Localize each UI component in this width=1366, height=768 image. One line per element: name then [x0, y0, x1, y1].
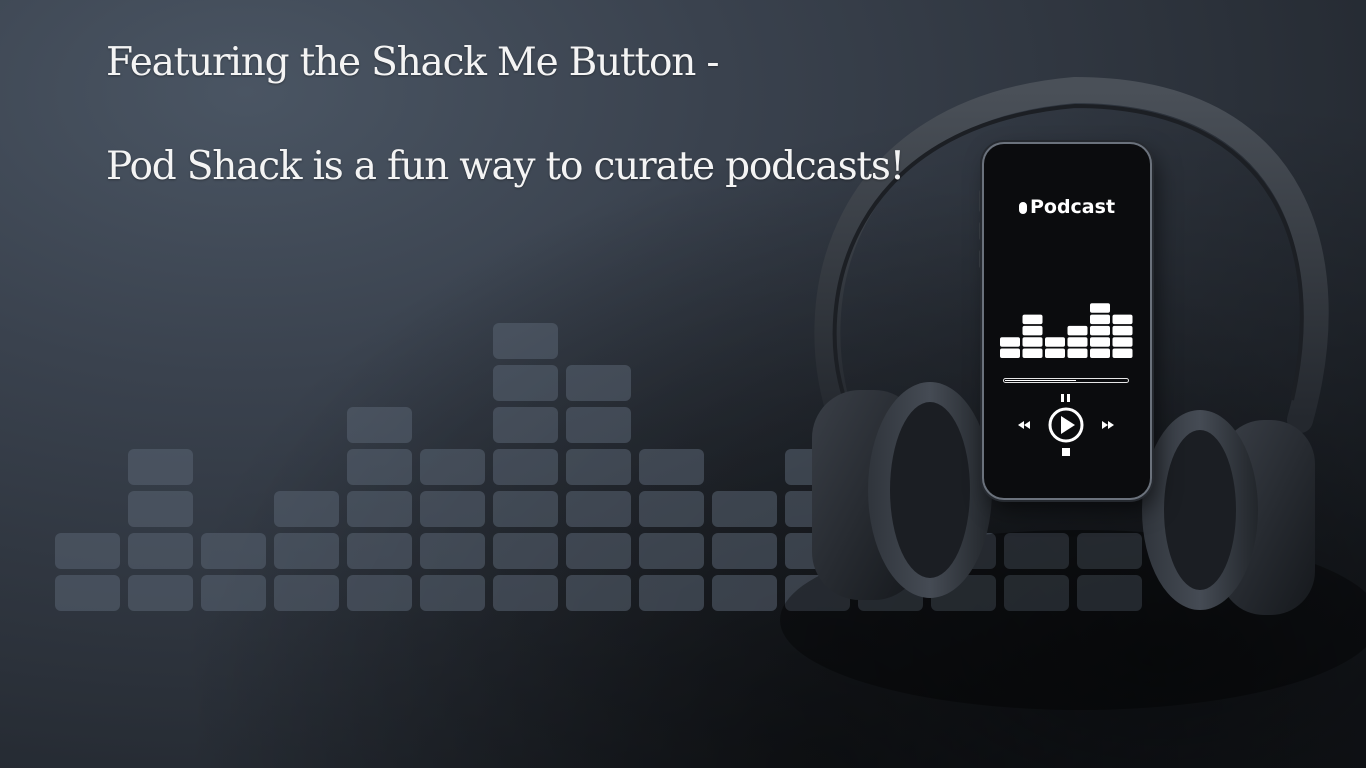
rewind-icon[interactable] — [1018, 421, 1030, 429]
playback-progress-fill — [1005, 379, 1076, 381]
phone-eq-block — [1112, 325, 1133, 336]
headline-line-2: Pod Shack is a fun way to curate podcast… — [106, 144, 905, 189]
phone-eq-block — [1090, 348, 1110, 358]
phone-eq-block — [1045, 348, 1065, 358]
phone-side-button — [979, 190, 983, 212]
phone-eq-block — [1022, 348, 1043, 358]
headphones-image — [780, 76, 1366, 710]
phone-eq-block — [1067, 348, 1088, 358]
phone-eq-block — [1000, 337, 1020, 347]
phone-side-button — [979, 222, 983, 240]
podcast-app-title: Podcast — [984, 196, 1150, 218]
podcast-title-text: Podcast — [1029, 196, 1116, 218]
phone-eq-block — [1090, 337, 1110, 347]
phone-eq-block — [1112, 337, 1133, 347]
headline-line-1: Featuring the Shack Me Button - — [106, 40, 720, 85]
phone-eq-block — [1045, 337, 1065, 347]
phone-eq-block — [1022, 325, 1043, 336]
phone-eq-block — [1090, 314, 1110, 325]
phone-side-button — [979, 250, 983, 268]
phone-eq-block — [1090, 303, 1110, 313]
phone-eq-block — [1000, 348, 1020, 358]
pause-icon[interactable] — [1061, 394, 1070, 402]
phone-equalizer-graphic — [1000, 303, 1133, 358]
playback-controls — [1018, 394, 1114, 456]
playback-progress-bar[interactable] — [1003, 378, 1129, 383]
phone-eq-block — [1090, 325, 1110, 336]
phone-eq-block — [1022, 337, 1043, 347]
phone-eq-block — [1067, 325, 1088, 336]
phone-eq-block — [1112, 348, 1133, 358]
smartphone: Podcast — [984, 144, 1150, 498]
phone-eq-block — [1022, 314, 1043, 325]
fast-forward-icon[interactable] — [1102, 421, 1114, 429]
microphone-icon — [1018, 202, 1027, 214]
stop-icon[interactable] — [1062, 448, 1070, 456]
play-icon[interactable] — [1048, 407, 1084, 443]
phone-eq-block — [1067, 337, 1088, 347]
phone-eq-block — [1112, 314, 1133, 325]
